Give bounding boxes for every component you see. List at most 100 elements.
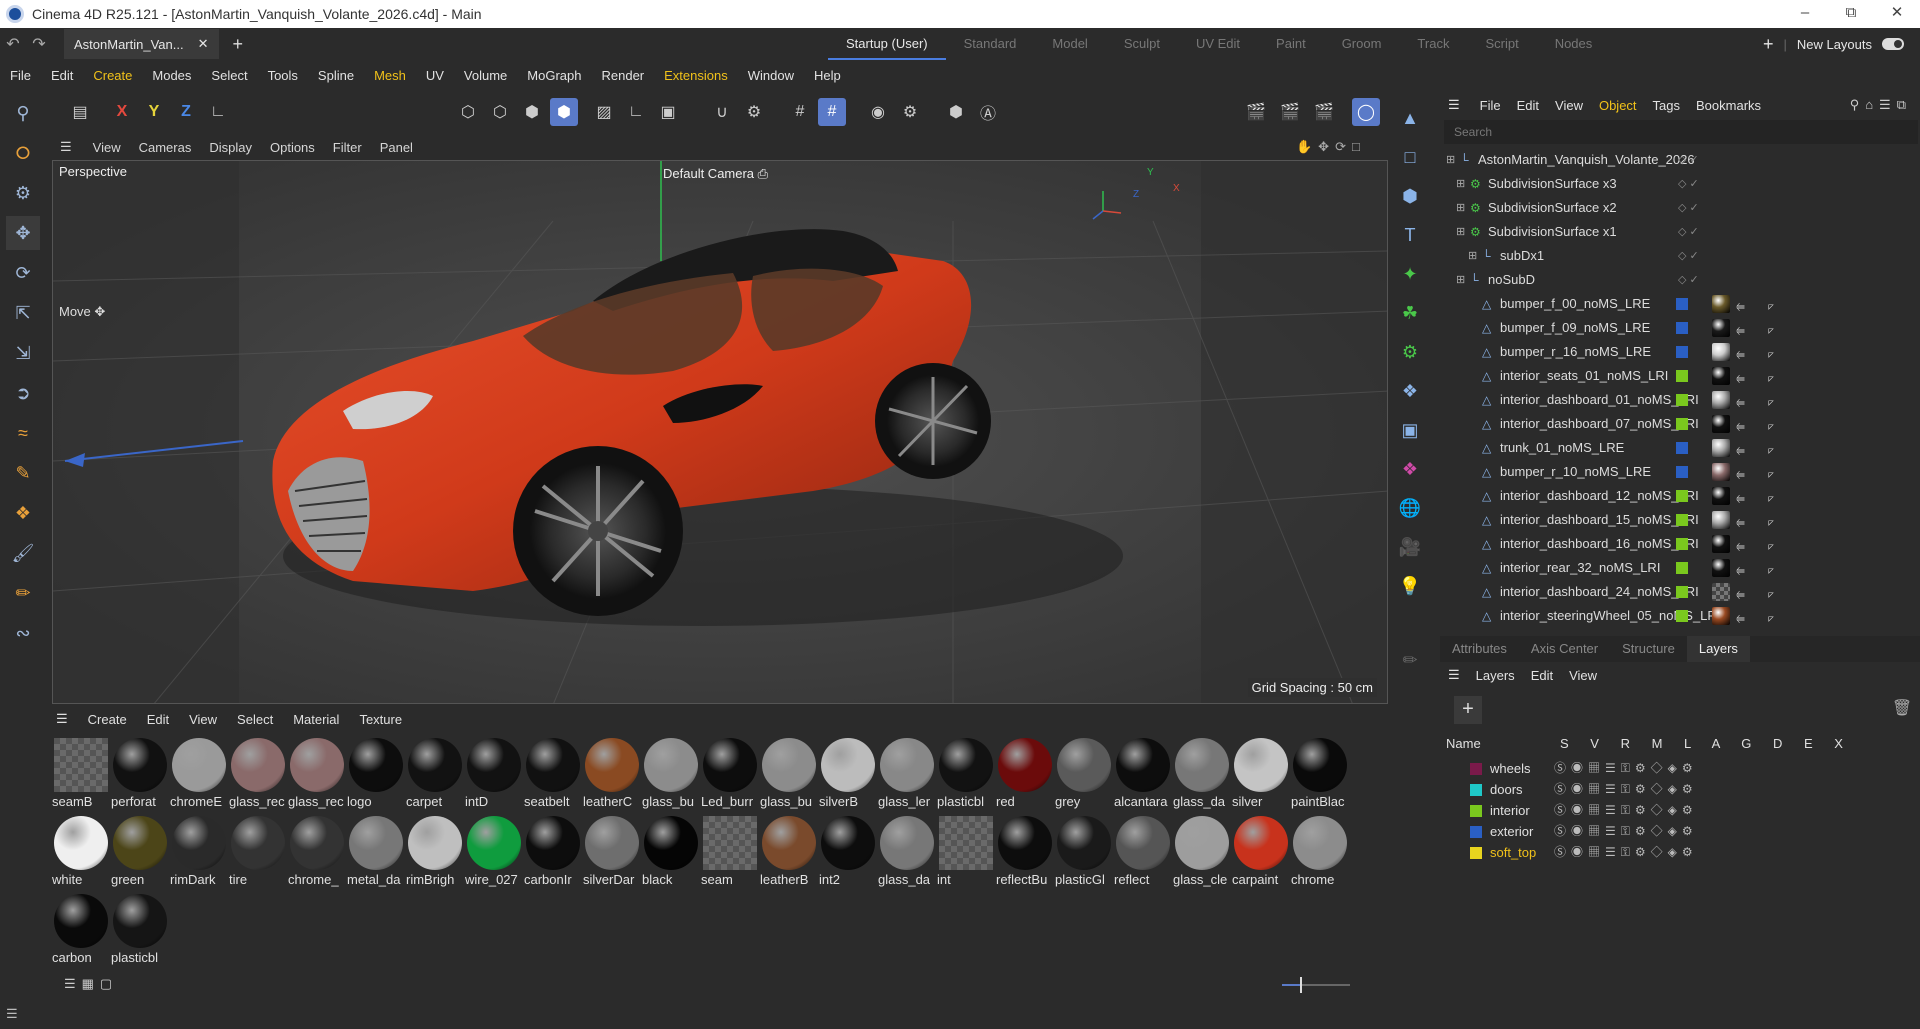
object-row[interactable]: △ interior_seats_01_noMS_LRI ⥢ ◸ xyxy=(1440,364,1920,388)
layout-tab[interactable]: Nodes xyxy=(1537,28,1611,60)
field-icon[interactable]: ▣ xyxy=(1393,413,1427,447)
layout-tab[interactable]: Startup (User) xyxy=(828,28,946,60)
layer-name-header[interactable]: Name xyxy=(1446,736,1481,751)
hamburger-icon[interactable]: ☰ xyxy=(1440,97,1468,113)
camera-object-icon[interactable]: ▲ xyxy=(1393,101,1427,135)
axis-mode-icon[interactable]: ∟ xyxy=(622,98,650,126)
material-swatch[interactable]: glass_bu xyxy=(642,736,700,814)
snap-settings-icon[interactable]: ⚙ xyxy=(740,98,768,126)
viewport-menu-item[interactable]: Panel xyxy=(371,140,422,155)
material-tag-icon[interactable] xyxy=(1712,439,1730,457)
panel-tab[interactable]: Axis Center xyxy=(1519,636,1610,662)
material-swatch[interactable]: int xyxy=(937,814,995,892)
status-menu-icon[interactable]: ☰ xyxy=(6,1006,18,1021)
visibility-toggle[interactable]: ◇ ✓ xyxy=(1678,172,1699,196)
redshift-icon[interactable]: ◯ xyxy=(1352,98,1380,126)
redo-icon[interactable]: ↷ xyxy=(26,34,52,54)
object-name[interactable]: bumper_r_16_noMS_LRE xyxy=(1500,340,1651,364)
layer-color-swatch[interactable] xyxy=(1676,394,1688,406)
layer-row[interactable]: soft_top Ⓢ◉▦☰⚿⚙◇◈⚙ xyxy=(1440,842,1920,863)
material-swatch[interactable]: chromeE xyxy=(170,736,228,814)
solo-icon[interactable]: ◉ xyxy=(864,98,892,126)
polygons-mode-icon[interactable]: ⬢ xyxy=(518,98,546,126)
object-name[interactable]: trunk_01_noMS_LRE xyxy=(1500,436,1624,460)
object-row[interactable]: ⊞ └ noSubD ◇ ✓ xyxy=(1440,268,1920,292)
render-settings-icon[interactable]: 🎬 xyxy=(1310,98,1338,126)
layer-color-swatch[interactable] xyxy=(1676,586,1688,598)
lock-z-axis-button[interactable]: Z xyxy=(172,98,200,126)
object-name[interactable]: noSubD xyxy=(1488,268,1535,292)
visibility-toggle[interactable]: ◇ ✓ xyxy=(1678,244,1699,268)
tweak-icon[interactable]: ⚙ xyxy=(6,176,40,210)
material-swatch[interactable]: plasticbl xyxy=(937,736,995,814)
material-swatch[interactable]: glass_rec xyxy=(288,736,346,814)
viewport-perspective-label[interactable]: Perspective xyxy=(59,164,127,179)
object-name[interactable]: AstonMartin_Vanquish_Volante_2026 xyxy=(1478,148,1695,172)
cube-object-icon[interactable]: ⬢ xyxy=(1393,179,1427,213)
restore-icon[interactable]: ⧉ xyxy=(1828,0,1874,28)
add-layer-button[interactable]: + xyxy=(1454,696,1482,724)
viewport-menu-item[interactable]: Cameras xyxy=(130,140,201,155)
material-swatch[interactable]: rimBrigh xyxy=(406,814,464,892)
layer-name[interactable]: exterior xyxy=(1490,821,1533,842)
minimize-icon[interactable]: – xyxy=(1782,0,1828,28)
menu-item[interactable]: UV xyxy=(416,68,454,83)
material-swatch[interactable]: black xyxy=(642,814,700,892)
close-tab-icon[interactable]: ✕ xyxy=(198,36,209,52)
layer-color-swatch[interactable] xyxy=(1470,805,1482,817)
expand-icon[interactable]: ⊞ xyxy=(1446,148,1455,172)
object-row[interactable]: ⊞ ⚙ SubdivisionSurface x3 ◇ ✓ xyxy=(1440,172,1920,196)
layout-tab[interactable]: Paint xyxy=(1258,28,1324,60)
object-name[interactable]: interior_dashboard_12_noMS_LRI xyxy=(1500,484,1699,508)
layer-color-swatch[interactable] xyxy=(1676,370,1688,382)
object-name[interactable]: bumper_r_10_noMS_LRE xyxy=(1500,460,1651,484)
object-row[interactable]: △ bumper_f_00_noMS_LRE ⥢ ◸ xyxy=(1440,292,1920,316)
workplane-icon[interactable]: # xyxy=(786,98,814,126)
viewport-menu-item[interactable]: Display xyxy=(200,140,261,155)
material-swatch[interactable]: intD xyxy=(465,736,523,814)
object-tags-icons[interactable]: ⥢ ◸ xyxy=(1736,607,1784,631)
material-swatch[interactable]: Led_burr xyxy=(701,736,759,814)
object-menu-item[interactable]: Bookmarks xyxy=(1688,98,1769,113)
hamburger-icon[interactable]: ☰ xyxy=(52,139,80,155)
undo-icon[interactable]: ↶ xyxy=(0,34,26,54)
material-menu-item[interactable]: Material xyxy=(283,712,349,727)
visibility-toggle[interactable]: ◇ ✓ xyxy=(1678,268,1699,292)
text-object-icon[interactable]: T xyxy=(1393,218,1427,252)
material-swatch[interactable]: carbonIr xyxy=(524,814,582,892)
generator-icon[interactable]: ✦ xyxy=(1393,257,1427,291)
material-swatch[interactable]: leatherC xyxy=(583,736,641,814)
menu-item[interactable]: Render xyxy=(592,68,655,83)
menu-item[interactable]: Window xyxy=(738,68,804,83)
layer-color-swatch[interactable] xyxy=(1676,298,1688,310)
layer-color-swatch[interactable] xyxy=(1676,514,1688,526)
material-tag-icon[interactable] xyxy=(1712,415,1730,433)
layout-tab[interactable]: UV Edit xyxy=(1178,28,1258,60)
object-menu-item[interactable]: Object xyxy=(1591,98,1645,113)
search-icon[interactable]: ⚲ xyxy=(6,96,40,130)
menu-item[interactable]: Volume xyxy=(454,68,517,83)
3d-viewport[interactable]: Perspective Default Camera ⎙ Move ✥ Y X … xyxy=(52,160,1388,704)
knife-icon[interactable]: ✏ xyxy=(6,576,40,610)
expand-icon[interactable]: ⊞ xyxy=(1456,172,1465,196)
visibility-toggle[interactable]: ◇ ✓ xyxy=(1678,148,1699,172)
object-name[interactable]: interior_dashboard_16_noMS_LRI xyxy=(1500,532,1699,556)
viewport-menu-item[interactable]: View xyxy=(84,140,130,155)
material-tag-icon[interactable] xyxy=(1712,583,1730,601)
layout-tab[interactable]: Track xyxy=(1399,28,1467,60)
layer-menu-item[interactable]: Edit xyxy=(1523,668,1561,683)
disabled-tool-icon[interactable]: ✏ xyxy=(1393,643,1427,677)
material-swatch[interactable]: grey xyxy=(1055,736,1113,814)
material-swatch[interactable]: metal_da xyxy=(347,814,405,892)
material-menu-item[interactable]: Edit xyxy=(137,712,179,727)
object-row[interactable]: ⊞ ⚙ SubdivisionSurface x1 ◇ ✓ xyxy=(1440,220,1920,244)
coordinate-system-icon[interactable]: ∟ xyxy=(204,98,232,126)
layer-flag-icons[interactable]: Ⓢ◉▦☰⚿⚙◇◈⚙ xyxy=(1554,842,1698,863)
layer-row[interactable]: exterior Ⓢ◉▦☰⚿⚙◇◈⚙ xyxy=(1440,821,1920,842)
polygon-pen-icon[interactable]: ✎ xyxy=(6,456,40,490)
menu-item[interactable]: MoGraph xyxy=(517,68,591,83)
layer-flag-icons[interactable]: Ⓢ◉▦☰⚿⚙◇◈⚙ xyxy=(1554,800,1698,821)
render-view-icon[interactable]: 🎬 xyxy=(1242,98,1270,126)
material-swatch[interactable]: glass_da xyxy=(1173,736,1231,814)
material-swatch[interactable]: white xyxy=(52,814,110,892)
